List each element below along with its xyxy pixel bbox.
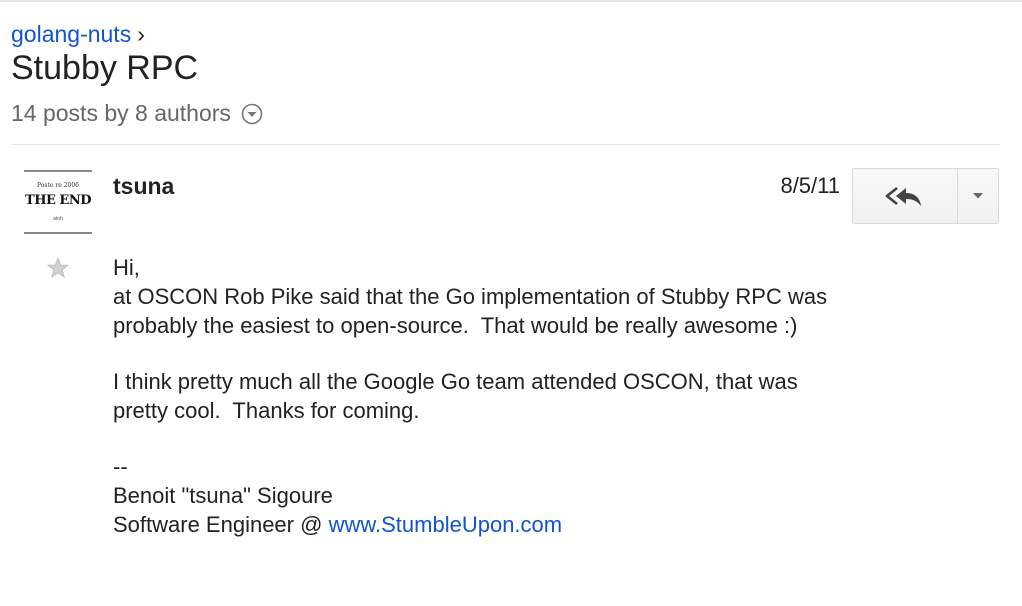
top-divider: [0, 0, 1022, 2]
message-line: at OSCON Rob Pike said that the Go imple…: [113, 284, 828, 309]
breadcrumb-separator: ›: [137, 21, 145, 47]
header-divider: [11, 144, 1000, 145]
signature-name: Benoit "tsuna" Sigoure: [113, 483, 333, 508]
star-icon[interactable]: [45, 255, 71, 281]
avatar-caption-bottom: atoh: [53, 216, 63, 222]
post-count-text: 14 posts by 8 authors: [11, 100, 231, 126]
message-body: Hi, at OSCON Rob Pike said that the Go i…: [113, 253, 993, 539]
signature-link[interactable]: www.StumbleUpon.com: [329, 512, 563, 537]
message-greeting: Hi,: [113, 255, 140, 280]
avatar-caption-top: Poste re 2006: [37, 182, 79, 189]
reply-all-icon: [885, 186, 921, 206]
more-options-button[interactable]: [958, 169, 998, 223]
thread-title: Stubby RPC: [11, 49, 199, 87]
reply-all-button[interactable]: [853, 169, 958, 223]
avatar[interactable]: Poste re 2006 THE END atoh: [24, 170, 92, 234]
thread-page: golang-nuts › Stubby RPC 14 posts by 8 au…: [0, 0, 1022, 606]
chevron-down-circle-icon[interactable]: [241, 102, 263, 125]
message-line: I think pretty much all the Google Go te…: [113, 369, 798, 394]
message-line: pretty cool. Thanks for coming.: [113, 398, 420, 423]
breadcrumb: golang-nuts ›: [11, 20, 145, 48]
signature-title-text: Software Engineer @: [113, 512, 329, 537]
author-name[interactable]: tsuna: [113, 172, 174, 200]
caret-down-icon: [973, 193, 983, 199]
reply-button-group: [852, 168, 999, 224]
thread-summary: 14 posts by 8 authors: [11, 98, 263, 128]
group-link[interactable]: golang-nuts: [11, 21, 131, 47]
post-date: 8/5/11: [780, 173, 840, 198]
signature-title: Software Engineer @ www.StumbleUpon.com: [113, 510, 993, 539]
signature-dashes: --: [113, 454, 128, 479]
message-line: probably the easiest to open-source. Tha…: [113, 313, 798, 338]
avatar-caption-main: THE END: [25, 193, 91, 208]
